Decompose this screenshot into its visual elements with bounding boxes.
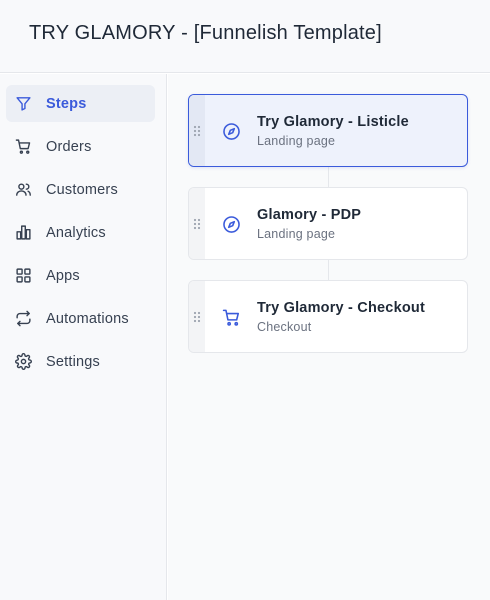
sidebar-item-customers[interactable]: Customers	[6, 171, 155, 208]
bar-chart-icon	[15, 224, 32, 241]
sidebar-item-label: Apps	[46, 268, 80, 284]
step-card[interactable]: Try Glamory - Checkout Checkout	[188, 280, 468, 353]
sidebar-item-orders[interactable]: Orders	[6, 128, 155, 165]
step-connector	[328, 166, 329, 188]
step-type: Landing page	[257, 227, 336, 241]
step-type: Landing page	[257, 134, 336, 148]
drag-handle[interactable]	[189, 188, 205, 259]
sidebar-item-label: Customers	[46, 182, 118, 198]
step-connector	[328, 259, 329, 281]
sidebar-item-label: Steps	[46, 96, 87, 112]
page-title: TRY GLAMORY - [Funnelish Template]	[29, 22, 382, 44]
sidebar-item-label: Automations	[46, 311, 129, 327]
grid-icon	[15, 267, 32, 284]
compass-icon	[222, 215, 241, 234]
sidebar-item-apps[interactable]: Apps	[6, 257, 155, 294]
step-card[interactable]: Glamory - PDP Landing page	[188, 187, 468, 260]
filter-icon	[15, 95, 32, 112]
sidebar-item-analytics[interactable]: Analytics	[6, 214, 155, 251]
sidebar-item-label: Settings	[46, 354, 100, 370]
cart-icon	[15, 138, 32, 155]
sidebar-item-settings[interactable]: Settings	[6, 343, 155, 380]
drag-handle[interactable]	[189, 281, 205, 352]
step-type: Checkout	[257, 320, 312, 334]
step-title: Try Glamory - Checkout	[257, 300, 425, 316]
sidebar-item-automations[interactable]: Automations	[6, 300, 155, 337]
cart-icon	[222, 308, 241, 327]
sidebar-item-label: Analytics	[46, 225, 106, 241]
repeat-icon	[15, 310, 32, 327]
sidebar-item-steps[interactable]: Steps	[6, 85, 155, 122]
step-title: Glamory - PDP	[257, 207, 362, 223]
sidebar: Steps Orders Customers Analytics Apps Au…	[0, 74, 167, 600]
step-title: Try Glamory - Listicle	[257, 114, 409, 130]
step-card[interactable]: Try Glamory - Listicle Landing page	[188, 94, 468, 167]
app-header: TRY GLAMORY - [Funnelish Template]	[0, 0, 490, 73]
gear-icon	[15, 353, 32, 370]
drag-handle[interactable]	[189, 95, 205, 166]
compass-icon	[222, 122, 241, 141]
users-icon	[15, 181, 32, 198]
sidebar-item-label: Orders	[46, 139, 92, 155]
